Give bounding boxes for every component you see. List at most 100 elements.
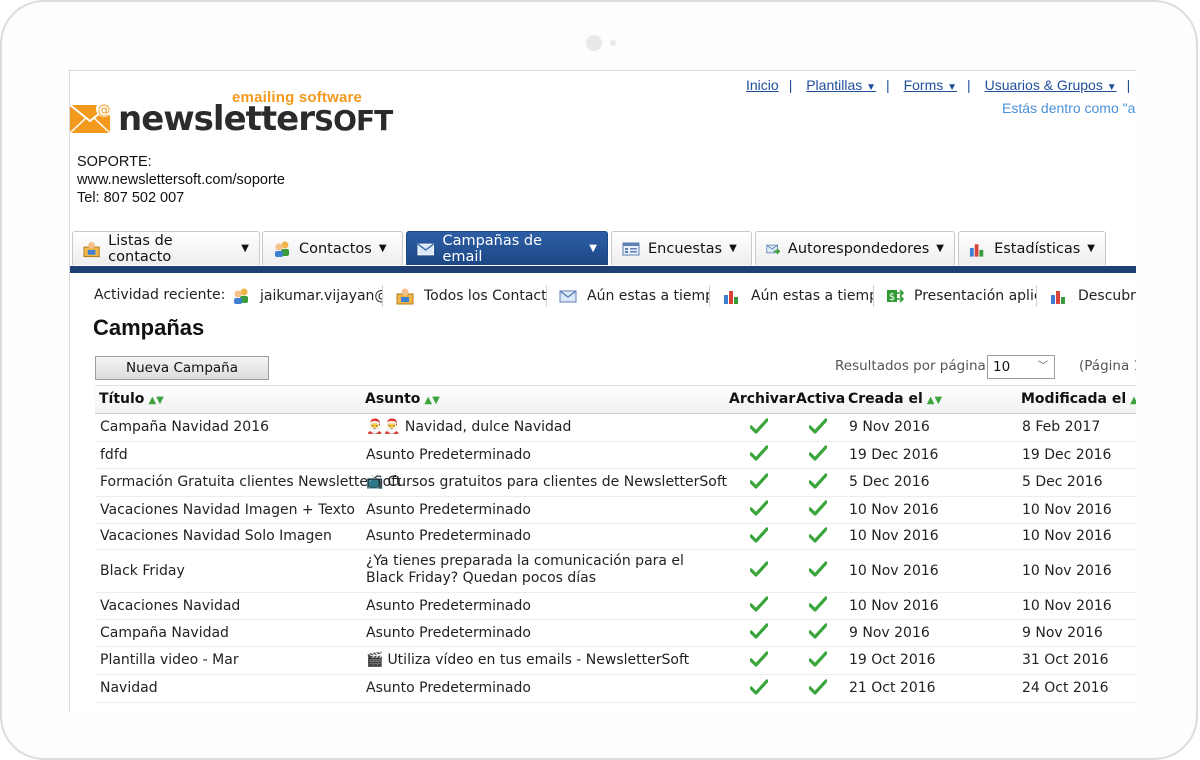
- top-navigation: Inicio | Plantillas ▼ | Forms ▼ | Usuarios …: [746, 77, 1131, 93]
- modified-date: 10 Nov 2016: [1022, 597, 1112, 614]
- tablet-frame: @ emailing software newsletterSOFT SOPOR…: [0, 0, 1198, 760]
- chevron-down-icon: ▼: [378, 243, 387, 254]
- tab-listas-contacto[interactable]: Listas de contacto ▼: [72, 231, 260, 265]
- logged-in-as: Estás dentro como "a: [1002, 100, 1136, 116]
- active-check-icon[interactable]: [808, 623, 828, 639]
- browser-screen: @ emailing software newsletterSOFT SOPOR…: [69, 70, 1136, 711]
- recent-item-campaign[interactable]: Aún estas a tiempo: [559, 285, 710, 307]
- nav-usuarios-grupos[interactable]: Usuarios & Grupos ▼: [985, 77, 1117, 93]
- sort-arrows-icon[interactable]: ▲▼: [927, 395, 942, 406]
- tab-underline-bar: [70, 266, 1136, 273]
- tab-label: Contactos: [299, 240, 372, 257]
- new-campaign-button[interactable]: Nueva Campaña: [95, 356, 269, 380]
- nav-plantillas[interactable]: Plantillas ▼: [806, 77, 876, 93]
- archive-check-icon[interactable]: [749, 623, 769, 639]
- recent-item-stats[interactable]: Aún estas a tiempo: [723, 285, 874, 307]
- campaign-title[interactable]: Campaña Navidad: [100, 625, 229, 641]
- campaign-title[interactable]: Vacaciones Navidad Imagen + Texto: [100, 502, 355, 518]
- sort-arrows-icon[interactable]: ▲▼: [424, 395, 439, 406]
- table-row[interactable]: Campaña Navidad 2016 🎅🎅 Navidad, dulce Nav…: [95, 414, 1136, 442]
- archive-check-icon[interactable]: [749, 500, 769, 516]
- active-check-icon[interactable]: [808, 561, 828, 577]
- active-check-icon[interactable]: [808, 526, 828, 543]
- results-per-page-select[interactable]: 10 ﹀: [987, 355, 1055, 379]
- table-row[interactable]: Vacaciones Navidad Solo Imagen Asunto Pre…: [95, 524, 1136, 550]
- campaign-title[interactable]: Formación Gratuita clientes NewsletterSo…: [100, 474, 401, 490]
- tab-estadisticas[interactable]: Estadísticas ▼: [958, 231, 1106, 265]
- modified-date: 8 Feb 2017: [1022, 419, 1101, 435]
- recent-activity-label: Actividad reciente:: [94, 287, 226, 303]
- table-row[interactable]: Formación Gratuita clientes NewsletterSo…: [95, 469, 1136, 497]
- archive-check-icon[interactable]: [749, 596, 769, 612]
- chevron-down-icon: ▼: [936, 243, 944, 254]
- active-check-icon[interactable]: [808, 417, 828, 434]
- page-title: Campañas: [93, 315, 205, 340]
- sort-arrows-icon[interactable]: ▲▼: [148, 395, 163, 406]
- active-check-icon[interactable]: [808, 650, 828, 667]
- archive-check-icon[interactable]: [749, 650, 769, 667]
- active-check-icon[interactable]: [808, 678, 828, 695]
- active-check-icon[interactable]: [808, 472, 828, 489]
- modified-date: 19 Dec 2016: [1022, 446, 1112, 463]
- table-row[interactable]: fdfd Asunto Predeterminado 19 Dec 2016 19 D…: [95, 442, 1136, 469]
- modified-date: 9 Nov 2016: [1022, 624, 1103, 641]
- archive-check-icon[interactable]: [749, 417, 769, 434]
- col-creada[interactable]: Creada el ▲▼: [848, 391, 942, 407]
- created-date: 9 Nov 2016: [849, 624, 930, 641]
- col-activa: Activa: [796, 391, 846, 407]
- col-asunto[interactable]: Asunto ▲▼: [365, 391, 440, 407]
- recent-item-contact[interactable]: jaikumar.vijayan@gma: [232, 285, 383, 307]
- active-check-icon[interactable]: [808, 445, 828, 461]
- modified-date: 10 Nov 2016: [1022, 562, 1112, 579]
- recent-item-presentation[interactable]: $ Presentación aplicaci: [886, 285, 1037, 307]
- created-date: 9 Nov 2016: [849, 419, 930, 435]
- table-body: Campaña Navidad 2016 🎅🎅 Navidad, dulce Nav…: [95, 414, 1136, 703]
- table-row[interactable]: Vacaciones Navidad Imagen + Texto Asunto …: [95, 497, 1136, 524]
- campaign-title[interactable]: Plantilla video - Mar: [100, 652, 239, 668]
- campaign-subject: Asunto Predeterminado: [366, 502, 531, 518]
- recent-item-list[interactable]: Todos los Contactos: [396, 285, 547, 307]
- campaign-title[interactable]: Navidad: [100, 680, 158, 696]
- campaign-title[interactable]: Vacaciones Navidad Solo Imagen: [100, 528, 332, 544]
- tab-contactos[interactable]: Contactos ▼: [262, 231, 403, 265]
- tab-autorespondedores[interactable]: Autorespondedores ▼: [755, 231, 955, 265]
- active-check-icon[interactable]: [808, 596, 828, 612]
- campaign-title[interactable]: Black Friday: [100, 563, 185, 579]
- subject-text: Asunto Predeterminado: [366, 624, 531, 641]
- col-titulo[interactable]: Título ▲▼: [99, 391, 164, 407]
- created-date: 10 Nov 2016: [849, 597, 939, 614]
- tab-encuestas[interactable]: Encuestas ▼: [611, 231, 752, 265]
- campaign-title[interactable]: fdfd: [100, 447, 128, 463]
- archive-check-icon[interactable]: [749, 472, 769, 489]
- table-row[interactable]: Black Friday ¿Ya tienes preparada la comu…: [95, 550, 1136, 593]
- newslettersoft-logo[interactable]: @ emailing software newsletterSOFT: [70, 89, 393, 141]
- archive-check-icon[interactable]: [749, 445, 769, 461]
- col-archivar: Archivar: [729, 391, 796, 407]
- col-modificada[interactable]: Modificada el▲▼: [1021, 391, 1136, 407]
- campaign-subject: Asunto Predeterminado: [366, 447, 531, 463]
- sort-arrows-icon[interactable]: ▲▼: [1130, 395, 1136, 406]
- active-check-icon[interactable]: [808, 500, 828, 516]
- created-date: 5 Dec 2016: [849, 474, 930, 490]
- tab-label: Listas de contacto: [108, 232, 173, 265]
- table-row[interactable]: Plantilla video - Mar 🎬 Utiliza vídeo en t…: [95, 647, 1136, 675]
- table-row[interactable]: Campaña Navidad Asunto Predeterminado 9 No…: [95, 620, 1136, 647]
- table-row[interactable]: Vacaciones Navidad Asunto Predeterminado 1…: [95, 593, 1136, 620]
- archive-check-icon[interactable]: [749, 526, 769, 543]
- table-header: Título ▲▼ Asunto ▲▼ Archivar Activa Creada…: [95, 385, 1136, 414]
- campaign-title[interactable]: Vacaciones Navidad: [100, 598, 240, 614]
- recent-item-label: Aún estas a tiempo: [587, 288, 710, 304]
- archive-check-icon[interactable]: [749, 561, 769, 577]
- nav-forms[interactable]: Forms ▼: [904, 77, 957, 93]
- recent-item-discover[interactable]: Descubre: [1050, 285, 1136, 307]
- campaign-title[interactable]: Campaña Navidad 2016: [100, 419, 269, 435]
- tab-campanas-email[interactable]: Campañas de email ▼: [406, 231, 608, 265]
- recent-activity-bar: Actividad reciente: jaikumar.vijayan@gma…: [70, 283, 1136, 309]
- campaigns-table: Título ▲▼ Asunto ▲▼ Archivar Activa Creada…: [95, 385, 1136, 703]
- chevron-down-icon: ▼: [1106, 82, 1117, 93]
- archive-check-icon[interactable]: [749, 678, 769, 695]
- table-row[interactable]: Navidad Asunto Predeterminado 21 Oct 2016 2…: [95, 675, 1136, 703]
- nav-inicio[interactable]: Inicio: [746, 77, 779, 93]
- modified-date: 24 Oct 2016: [1022, 680, 1109, 696]
- subject-text: Asunto Predeterminado: [366, 446, 531, 463]
